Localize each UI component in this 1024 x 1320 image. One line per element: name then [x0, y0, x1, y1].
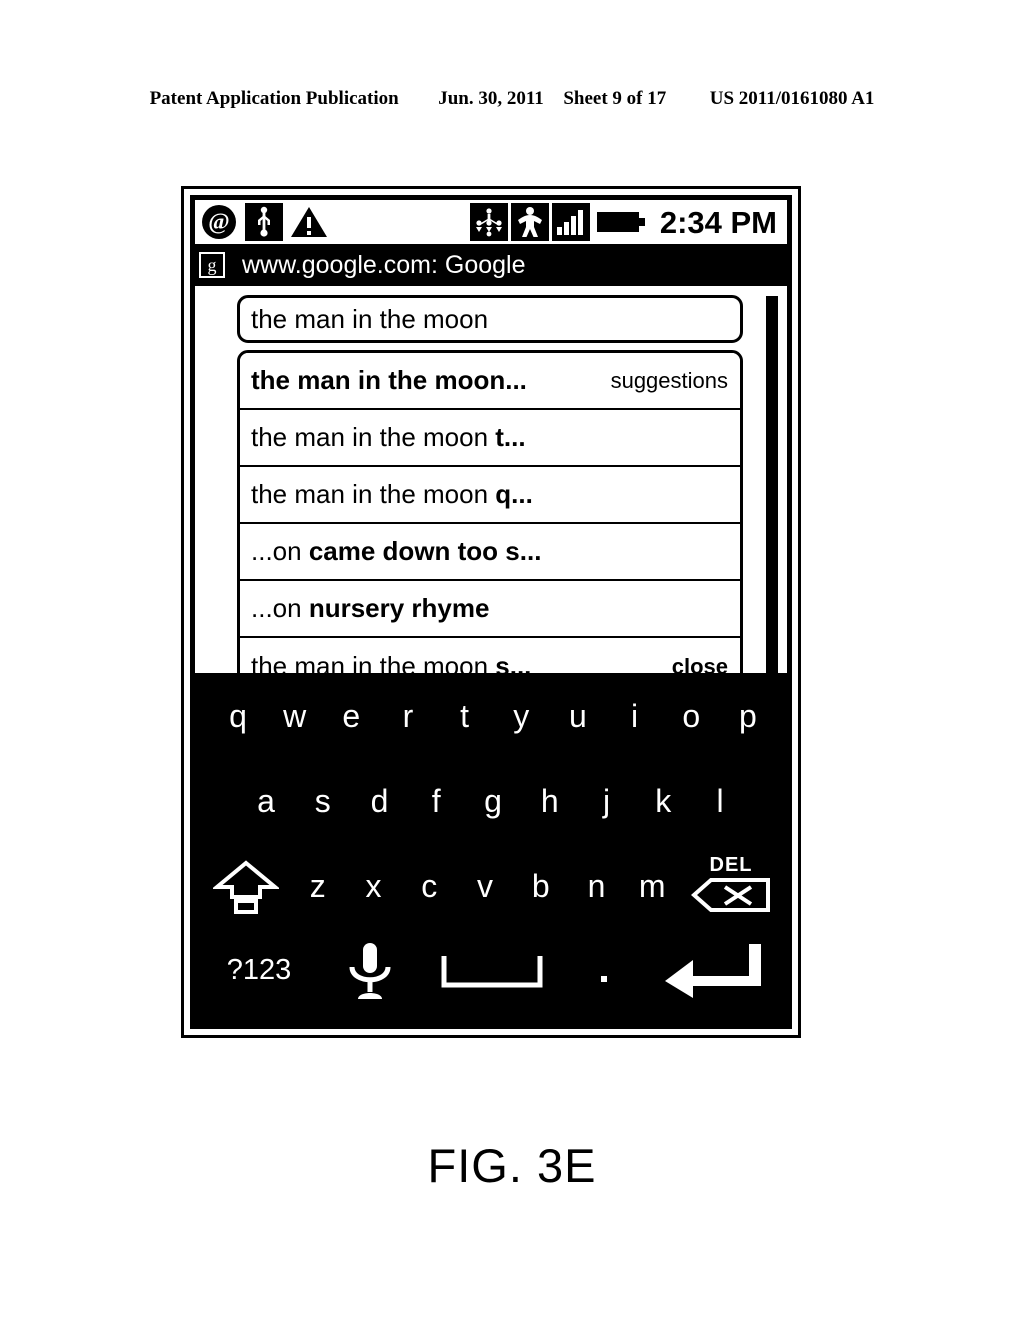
- key-e[interactable]: e: [334, 700, 368, 732]
- suggestion-text-4: ...on came down too s...: [251, 536, 542, 566]
- key-t[interactable]: t: [448, 700, 482, 732]
- key-b[interactable]: b: [524, 870, 558, 902]
- status-bar-left-icons: @: [195, 203, 329, 241]
- search-input[interactable]: the man in the moon: [237, 295, 743, 343]
- key-h[interactable]: h: [533, 785, 567, 817]
- device-screen: @ 2:34 PM g www.google.com: Google the m…: [190, 195, 792, 1029]
- key-a[interactable]: a: [249, 785, 283, 817]
- search-input-value: the man in the moon: [251, 303, 489, 334]
- on-screen-keyboard: q w e r t y u i o p a s d f g h j k l z …: [195, 673, 787, 1024]
- battery-icon: [592, 203, 649, 241]
- numbers-symbols-key[interactable]: ?123: [219, 956, 299, 985]
- key-x[interactable]: x: [357, 870, 391, 902]
- suggestion-row-5[interactable]: ...on nursery rhyme: [240, 581, 740, 638]
- keyboard-row-1: q w e r t y u i o p: [195, 673, 787, 758]
- status-bar: @ 2:34 PM: [195, 200, 787, 244]
- page-scrollbar-thumb[interactable]: [766, 296, 778, 673]
- key-u[interactable]: u: [561, 700, 595, 732]
- suggestion-row-1[interactable]: the man in the moon... suggestions: [240, 353, 740, 410]
- email-at-icon: @: [199, 203, 239, 241]
- keyboard-row-4: ?123: [195, 928, 787, 1013]
- signal-bars-icon: [551, 203, 590, 241]
- period-key[interactable]: [587, 956, 621, 986]
- suggestions-panel-label: suggestions: [610, 367, 728, 393]
- group-people-icon: [469, 203, 508, 241]
- keyboard-row-3: z x c v b n m DEL: [195, 843, 787, 928]
- suggestion-row-6[interactable]: the man in the moon s... close: [240, 638, 740, 673]
- suggestion-text-1: the man in the moon...: [251, 365, 527, 395]
- shift-icon[interactable]: [213, 857, 279, 915]
- key-p[interactable]: p: [731, 700, 765, 732]
- key-z[interactable]: z: [301, 870, 335, 902]
- close-suggestions-button[interactable]: close: [672, 654, 728, 674]
- key-v[interactable]: v: [468, 870, 502, 902]
- google-favicon-icon: g: [199, 252, 225, 278]
- page-scrollbar[interactable]: [764, 290, 780, 673]
- key-m[interactable]: m: [635, 870, 669, 902]
- suggestion-row-2[interactable]: the man in the moon t...: [240, 410, 740, 467]
- keyboard-row-2: a s d f g h j k l: [195, 758, 787, 843]
- url-title-text: www.google.com: Google: [242, 250, 526, 279]
- space-bar[interactable]: [440, 952, 544, 990]
- suggestion-row-4[interactable]: ...on came down too s...: [240, 524, 740, 581]
- key-f[interactable]: f: [419, 785, 453, 817]
- key-r[interactable]: r: [391, 700, 425, 732]
- figure-caption: FIG. 3E: [427, 1139, 597, 1192]
- patent-date-label: Jun. 30, 2011: [438, 88, 544, 109]
- suggestion-row-3[interactable]: the man in the moon q...: [240, 467, 740, 524]
- patent-number-label: US 2011/0161080 A1: [709, 88, 875, 109]
- key-c[interactable]: c: [412, 870, 446, 902]
- key-l[interactable]: l: [703, 785, 737, 817]
- key-y[interactable]: y: [504, 700, 538, 732]
- person-icon: [510, 203, 549, 241]
- delete-key-label: DEL: [709, 854, 753, 876]
- status-bar-clock: 2:34 PM: [659, 204, 777, 240]
- key-n[interactable]: n: [580, 870, 614, 902]
- patent-sheet-label: Sheet 9 of 17: [563, 88, 667, 109]
- usb-icon: [245, 203, 283, 241]
- key-o[interactable]: o: [674, 700, 708, 732]
- key-w[interactable]: w: [278, 700, 312, 732]
- key-k[interactable]: k: [646, 785, 680, 817]
- suggestions-panel: the man in the moon... suggestions the m…: [237, 350, 743, 673]
- delete-key[interactable]: DEL: [690, 854, 771, 917]
- patent-publication-label: Patent Application Publication: [149, 88, 399, 109]
- web-page-content: the man in the moon the man in the moon.…: [195, 286, 787, 673]
- microphone-icon[interactable]: [342, 939, 398, 1003]
- warning-triangle-icon: [289, 203, 329, 241]
- backspace-icon: [690, 878, 771, 917]
- browser-url-bar[interactable]: g www.google.com: Google: [190, 244, 792, 286]
- status-bar-right-icons: 2:34 PM: [469, 203, 787, 241]
- mobile-device-frame: @ 2:34 PM g www.google.com: Google the m…: [181, 186, 801, 1038]
- enter-return-icon[interactable]: [663, 940, 767, 1002]
- suggestion-text-2: the man in the moon t...: [251, 422, 526, 452]
- key-i[interactable]: i: [618, 700, 652, 732]
- suggestion-text-3: the man in the moon q...: [251, 479, 533, 509]
- key-j[interactable]: j: [590, 785, 624, 817]
- key-s[interactable]: s: [306, 785, 340, 817]
- key-d[interactable]: d: [363, 785, 397, 817]
- key-g[interactable]: g: [476, 785, 510, 817]
- patent-header: Patent Application Publication Jun. 30, …: [0, 88, 1024, 110]
- suggestion-text-6: the man in the moon s...: [251, 651, 532, 673]
- suggestion-text-5: ...on nursery rhyme: [251, 593, 490, 623]
- key-q[interactable]: q: [221, 700, 255, 732]
